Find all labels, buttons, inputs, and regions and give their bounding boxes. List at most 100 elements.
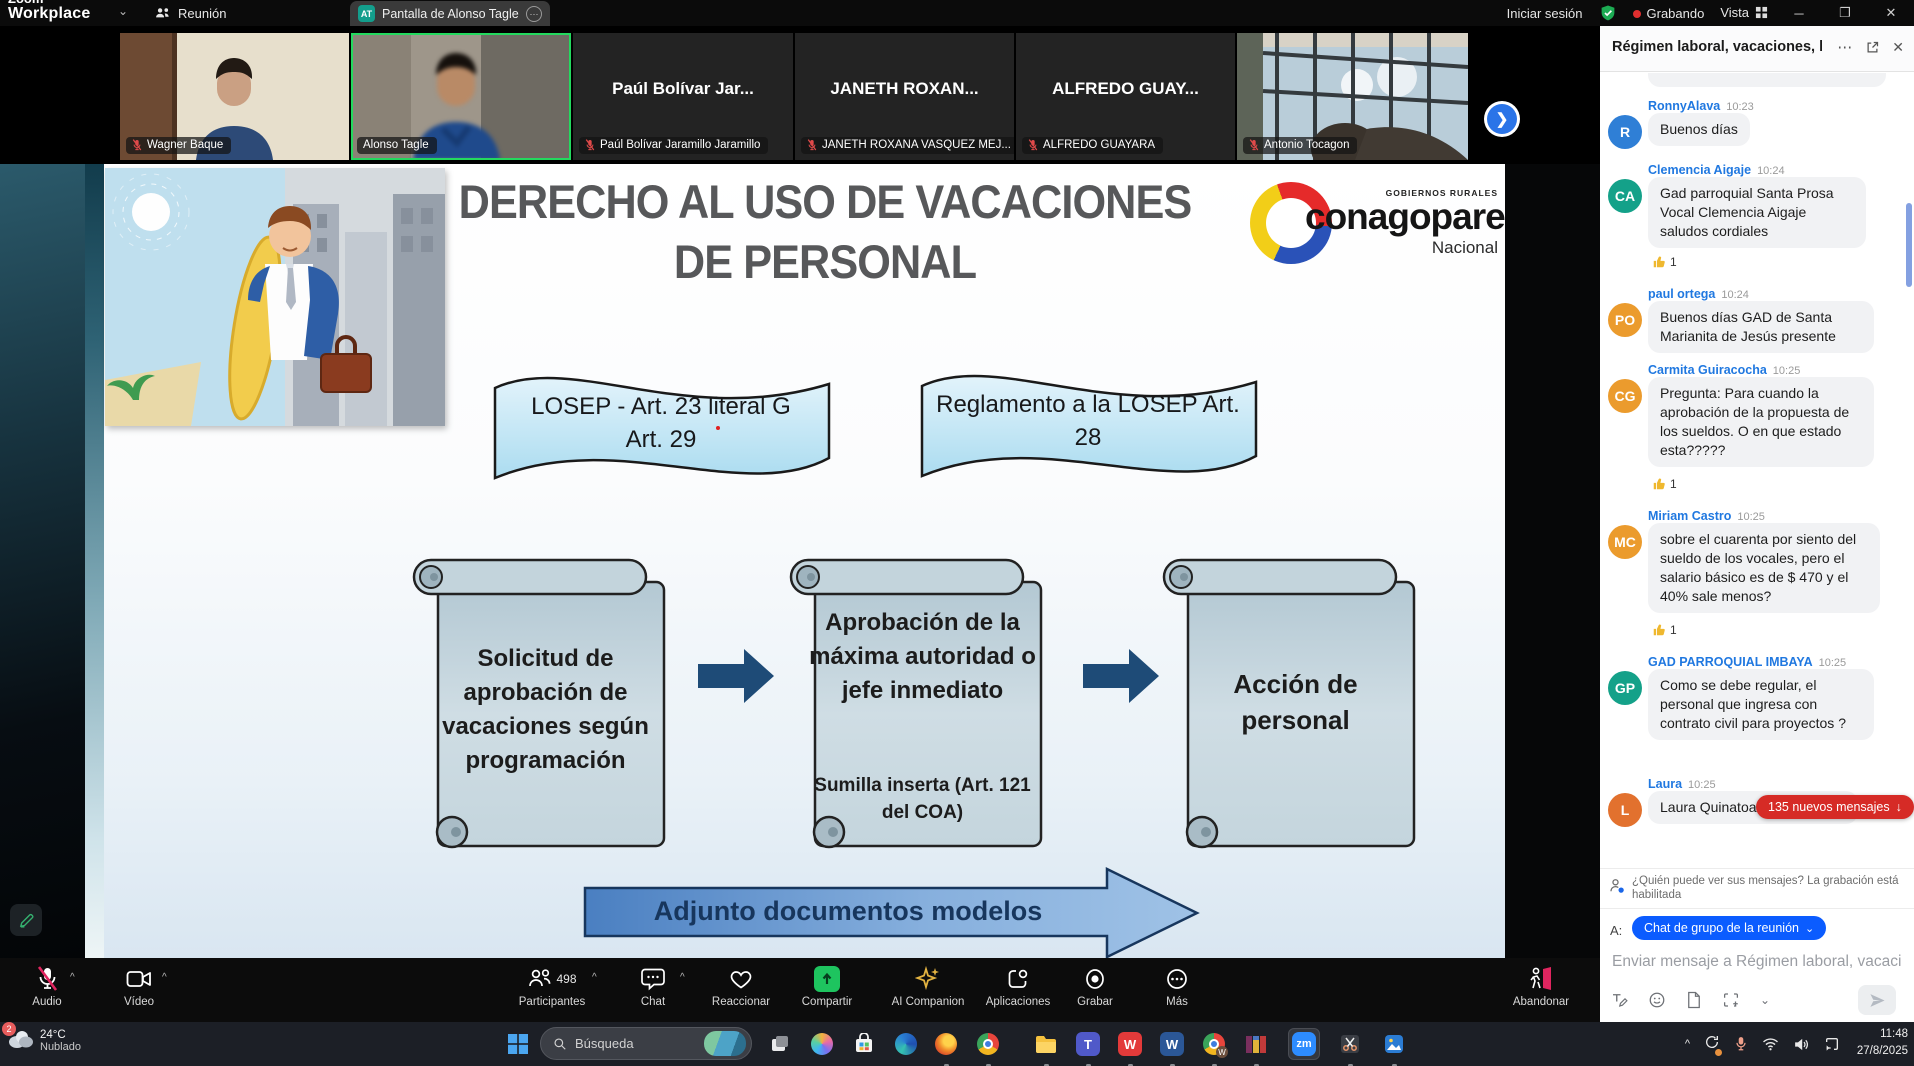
video-tile-antonio[interactable]: Antonio Tocagon [1237, 33, 1468, 160]
record-button[interactable]: Grabar [1052, 964, 1138, 1008]
recording-indicator: Grabando [1633, 6, 1705, 21]
chrome-button[interactable] [972, 1028, 1004, 1060]
pop-out-icon[interactable] [1865, 40, 1880, 55]
apps-icon [972, 964, 1064, 994]
copilot-button[interactable] [806, 1028, 838, 1060]
video-tile-janeth[interactable]: JANETH ROXAN... JANETH ROXANA VASQUEZ ME… [795, 33, 1014, 160]
emoji-icon[interactable] [1648, 991, 1666, 1009]
reaction-chip[interactable]: 1 [1648, 475, 1681, 493]
chevron-down-icon[interactable]: ⌄ [1760, 993, 1770, 1007]
teams-icon: T [1076, 1032, 1100, 1056]
word-button[interactable]: W [1156, 1028, 1188, 1060]
speaker-icon[interactable] [1793, 1037, 1810, 1052]
message-bubble: Como se debe regular, el personal que in… [1648, 669, 1874, 740]
sign-in-link[interactable]: Iniciar sesión [1507, 6, 1583, 21]
avatar: AT [358, 5, 375, 22]
avatar: R [1608, 115, 1642, 149]
next-participants-button[interactable]: ❯ [1487, 104, 1517, 134]
view-button[interactable]: Vista [1720, 5, 1768, 22]
chevron-up-icon[interactable]: ^ [592, 972, 597, 983]
zoom-app-button[interactable]: zm [1288, 1028, 1320, 1060]
participants-button[interactable]: 498 Participantes ^ [500, 964, 604, 1008]
mic-in-use-icon[interactable] [1734, 1036, 1748, 1052]
thumbs-up-icon [1652, 477, 1666, 491]
tab-options-icon[interactable]: ··· [526, 6, 542, 22]
tab-meeting-label: Reunión [178, 6, 226, 21]
audio-button[interactable]: Audio ^ [4, 964, 90, 1008]
photos-button[interactable] [1378, 1028, 1410, 1060]
snipping-tool-button[interactable] [1334, 1028, 1366, 1060]
close-button[interactable]: ✕ [1876, 5, 1906, 21]
cast-reconnect-icon[interactable] [1824, 1036, 1840, 1052]
share-button[interactable]: Compartir [784, 964, 870, 1008]
tray-chevron-icon[interactable]: ^ [1685, 1038, 1690, 1050]
teams-button[interactable]: T [1072, 1028, 1104, 1060]
scroll-accion: Acción de personal [1148, 554, 1440, 854]
participant-name-tag: JANETH ROXANA VASQUEZ MEJ... [801, 137, 1014, 154]
shield-check-icon [1599, 4, 1617, 22]
file-icon[interactable] [1686, 991, 1702, 1009]
chat-message-input[interactable]: Enviar mensaje a Régimen laboral, vacaci… [1612, 953, 1902, 971]
video-tile-wagner[interactable]: Wagner Baque [120, 33, 349, 160]
chat-scrollbar[interactable] [1906, 203, 1912, 287]
taskbar-search[interactable]: Búsqueda [540, 1027, 752, 1060]
new-messages-button[interactable]: 135 nuevos mensajes ↓ [1756, 795, 1914, 819]
slide-title: DERECHO AL USO DE VACACIONES DE PERSONAL [420, 172, 1230, 292]
avatar: L [1608, 793, 1642, 827]
screenshot-icon[interactable] [1722, 991, 1740, 1009]
chevron-down-icon: ⌄ [1805, 922, 1814, 935]
update-pending-icon[interactable] [1704, 1034, 1720, 1055]
conagopare-logo: GOBIERNOS RURALES conagopare Nacional [1250, 182, 1500, 270]
video-tile-alfredo[interactable]: ALFREDO GUAY... ALFREDO GUAYARA [1016, 33, 1235, 160]
firefox-button[interactable] [930, 1028, 962, 1060]
video-tile-paul[interactable]: Paúl Bolívar Jar... Paúl Bolívar Jaramil… [573, 33, 793, 160]
leave-button[interactable]: Abandonar [1498, 964, 1584, 1008]
send-button[interactable] [1858, 985, 1896, 1015]
annotation-pencil-button[interactable] [10, 904, 42, 936]
participant-display-name: ALFREDO GUAY... [1016, 79, 1235, 99]
banner-arrow: Adjunto documentos modelos [583, 866, 1201, 958]
photos-icon [1383, 1033, 1405, 1055]
tab-meeting[interactable]: Reunión [155, 0, 226, 26]
reaction-chip[interactable]: 1 [1648, 253, 1681, 271]
chat-audience-selector[interactable]: Chat de grupo de la reunión ⌄ [1632, 916, 1826, 940]
format-text-icon[interactable] [1610, 991, 1628, 1009]
winrar-button[interactable] [1240, 1028, 1272, 1060]
task-view-icon [770, 1034, 790, 1054]
chevron-up-icon[interactable]: ^ [162, 972, 167, 983]
minimize-button[interactable]: ─ [1784, 6, 1814, 21]
file-explorer-button[interactable] [1030, 1028, 1062, 1060]
more-button[interactable]: Más [1134, 964, 1220, 1008]
chat-panel: Régimen laboral, vacaciones, lice... ⋯ ✕… [1600, 26, 1914, 1022]
search-icon [553, 1037, 567, 1051]
store-button[interactable] [848, 1028, 880, 1060]
start-button[interactable] [502, 1028, 534, 1060]
video-button[interactable]: Vídeo ^ [96, 964, 182, 1008]
chevron-down-icon[interactable]: ⌄ [118, 4, 128, 18]
reaction-chip[interactable]: 1 [1648, 621, 1681, 639]
chat-button[interactable]: Chat ^ [610, 964, 696, 1008]
taskbar-clock[interactable]: 11:48 27/8/2025 [1857, 1026, 1908, 1060]
chat-menu-icon[interactable]: ⋯ [1837, 38, 1853, 56]
taskbar-weather-widget[interactable]: 2 24°C Nublado [6, 1026, 81, 1055]
chevron-up-icon[interactable]: ^ [70, 972, 75, 983]
react-button[interactable]: Reaccionar [698, 964, 784, 1008]
more-ellipsis-icon [1134, 964, 1220, 994]
search-highlight-thumbnail [704, 1031, 746, 1056]
tab-screen-share[interactable]: AT Pantalla de Alonso Tagle ··· [350, 1, 550, 26]
apps-button[interactable]: Aplicaciones [972, 964, 1064, 1008]
ai-companion-button[interactable]: AI Companion [880, 964, 976, 1008]
wifi-icon[interactable] [1762, 1037, 1779, 1051]
chevron-up-icon[interactable]: ^ [680, 972, 685, 983]
close-chat-icon[interactable]: ✕ [1892, 39, 1904, 56]
chat-messages[interactable]: RonnyAlava10:23 R Buenos días Clemencia … [1600, 73, 1914, 868]
participant-display-name: JANETH ROXAN... [795, 79, 1014, 99]
chrome-profile-button[interactable]: W [1198, 1028, 1230, 1060]
winrar-icon [1245, 1033, 1267, 1055]
task-view-button[interactable] [764, 1028, 796, 1060]
wps-button[interactable]: W [1114, 1028, 1146, 1060]
restore-button[interactable]: ❐ [1830, 5, 1860, 21]
edge-button[interactable] [890, 1028, 922, 1060]
message-bubble: Buenos días GAD de Santa Marianita de Je… [1648, 301, 1874, 353]
video-tile-alonso-active-speaker[interactable]: Alonso Tagle [351, 33, 571, 160]
